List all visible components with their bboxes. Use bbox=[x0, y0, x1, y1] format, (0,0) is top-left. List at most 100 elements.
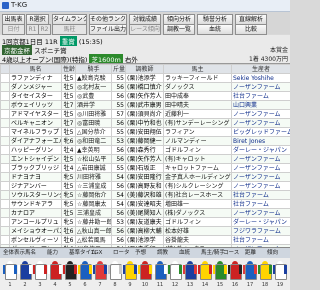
table-row[interactable]: エントシャイデン 牡5 ☆松山弘平 56 (栗)矢作芳人 (有)キャロット ノーザンファーム bbox=[0, 154, 290, 164]
bottom-tab[interactable]: TGX bbox=[91, 249, 102, 257]
table-row[interactable]: サウンドキアラ 牝5 ☆藤岡康太 54 (栗)安達昭夫 増田雄一 社台ファーム bbox=[0, 199, 290, 209]
cell-name: ブラックブリッジ bbox=[9, 163, 62, 173]
table-row[interactable]: アンコールプリュ 牝5 ☆藤井勘一郎 53 (栗)友道康夫 ゴドルフィン ダーレー・ジャパン bbox=[0, 217, 290, 227]
cell-breeder: フジワラファーム bbox=[231, 226, 290, 236]
cell-mark bbox=[0, 154, 10, 164]
bottom-tab[interactable]: 能力 bbox=[47, 249, 58, 257]
column-header[interactable]: 馬主 bbox=[163, 64, 232, 74]
table-row[interactable]: メイショウオーパス 牡6 △秋山真一郎 56 (栗)高柳大輔 松本好雄 フジワラファーム bbox=[0, 226, 290, 236]
cell-sex: 牡5 bbox=[61, 208, 76, 218]
cell-sex: 牡6 bbox=[61, 226, 76, 236]
bottom-tab[interactable]: コース bbox=[223, 249, 239, 257]
silk-arm bbox=[44, 265, 47, 274]
cell-breeder: ノーザンファーム bbox=[231, 82, 290, 92]
column-header[interactable]: 調教師 bbox=[125, 64, 164, 74]
cell-sex: 牝5 bbox=[61, 199, 76, 209]
table-row[interactable]: カナロア 牡5 三浦皇成 56 (美)尾関知人 (株)ダノックス ノーザンファーム bbox=[0, 208, 290, 218]
silk-number: 15 bbox=[216, 282, 224, 288]
table-row[interactable]: ダイアナフォーエバー牝6◎和田竜二53(栗)藤岡健一ノルマンディーBiret J… bbox=[0, 136, 290, 146]
tool-button-file-output[interactable]: ファイル出力 bbox=[89, 24, 127, 35]
entries-table: 馬名 性齢 騎手 斤量 調教師 馬主 生産者 ラファンディナ 牡5 ▲鮫島克駿 55 (栗)池添学ラ… bbox=[0, 64, 290, 247]
silk-number: 19 bbox=[276, 282, 284, 288]
tool-button-bloodline[interactable]: 血統 bbox=[197, 24, 233, 35]
table-row[interactable]: ダノンメジャー 牡5 ◎北村友一 56 (栗)橋口慎介 ダノックス ノーザンファーム bbox=[0, 82, 290, 92]
cell-breeder: ノーザンファーム bbox=[231, 181, 290, 191]
app-icon bbox=[2, 2, 9, 9]
column-header[interactable]: 馬名 bbox=[9, 64, 62, 74]
cell-name: アドマイヤスター bbox=[9, 109, 62, 119]
silk-number: 9 bbox=[128, 282, 132, 288]
cell-owner: (有)社台レースホース bbox=[163, 190, 232, 200]
cell-sex: 牝6 bbox=[61, 136, 76, 146]
toolbar: 出馬表 R選択 タイムランク その他ランク 対戦成績 傾向分析 騎誉分析 日付 … bbox=[0, 12, 290, 35]
bottom-tab[interactable]: 馬主/騎手 bbox=[201, 249, 225, 257]
table-row[interactable]: ブラックブリッジ 牡4 △岩田康誠 55 (栗)石坂正 キャロットファーム ノーザンファーム bbox=[0, 163, 290, 173]
table-row[interactable]: ハッピーグリン 牡4 ▲幸英明 56 (栗)森秀行 ゴドルフィン ダーレー・ジャパン bbox=[0, 145, 290, 155]
cell-name: ダノンメジャー bbox=[9, 82, 62, 92]
cell-mark bbox=[0, 208, 10, 218]
cell-name: ボウェイリッツ bbox=[9, 100, 62, 110]
cell-jockey: ☆藤岡康太 bbox=[75, 199, 112, 209]
table-row[interactable]: ソウルスターリング 牝5 ☆藤岡佑介 54 (美)藤沢和雄 (有)社台レースホース 社台ファ… bbox=[0, 190, 290, 200]
table-row[interactable]: アドマイヤスター 牡5 ◎川田将雅 57 (栗)須貝尚介 近藤利一 ノーザンファーム bbox=[0, 109, 290, 119]
table-row[interactable]: マイネルフラップ 牡5 △国分恭介 55 (栗)安田翔伍 ラフィアン ビッグレッドファーム bbox=[0, 127, 290, 137]
column-header[interactable] bbox=[0, 64, 10, 74]
cell-owner: ゴドルフィン bbox=[163, 145, 232, 155]
bottom-tab[interactable]: 予想 bbox=[135, 249, 146, 257]
column-header[interactable]: 騎手 bbox=[75, 64, 112, 74]
bottom-tab[interactable]: 馬名 bbox=[25, 249, 36, 257]
tool-button-column[interactable]: 馬柱 bbox=[52, 24, 87, 35]
cell-jockey: △松若風馬 bbox=[75, 235, 112, 245]
bottom-tab[interactable]: 距離 bbox=[245, 249, 256, 257]
jockey-silk-icon: 16 bbox=[228, 261, 242, 288]
cell-wt: 54 bbox=[111, 199, 126, 209]
column-header[interactable]: 性齢 bbox=[61, 64, 76, 74]
tool-button-training-list[interactable]: 調教一覧 bbox=[163, 24, 195, 35]
table-row[interactable]: ドナヨナヨ 牝5 川田将雅 54 (栗)安田隆行 金子真人ホールディングス ノーザンファーム bbox=[0, 172, 290, 182]
table-row[interactable]: ジナアンバー 牡5 ☆三浦皇成 56 (栗)高野友和 (有)シルクレーシング ノーザンファー… bbox=[0, 181, 290, 191]
cell-owner: (株)ダノックス bbox=[163, 208, 232, 218]
cell-wt: 55 bbox=[111, 100, 126, 110]
jockey-silk-icon: 7 bbox=[93, 261, 107, 288]
table-header-row: 馬名 性齢 騎手 斤量 調教師 馬主 生産者 bbox=[0, 64, 290, 74]
bottom-tab[interactable]: 全体表示 bbox=[3, 249, 25, 257]
cell-sex: 牡7 bbox=[61, 100, 76, 110]
jockey-silk-icon: 14 bbox=[198, 261, 212, 288]
tool-button-r2[interactable]: R2 bbox=[38, 24, 51, 35]
column-header[interactable]: 斤量 bbox=[111, 64, 126, 74]
cell-wt: 56 bbox=[111, 145, 126, 155]
bottom-tab[interactable]: ロータ bbox=[113, 249, 130, 257]
silk-arm bbox=[209, 265, 212, 274]
cell-name: ジナアンバー bbox=[9, 181, 62, 191]
table-row[interactable]: タイセイスター 牡5 ◎武豊 56 (栗)矢作芳人 田中成奉 社台ファーム bbox=[0, 91, 290, 101]
tool-button-compare[interactable]: 比較 bbox=[235, 24, 267, 35]
race-time: (15:35) bbox=[78, 38, 103, 46]
cell-breeder: 社台ファーム bbox=[231, 91, 290, 101]
table-row[interactable]: ベルキャニオン 牡7 ◎富田暁 56 (栗)中竹和也 (有)サンデーレーシング ノーザンファ… bbox=[0, 118, 290, 128]
bottom-tab[interactable]: 傾向 bbox=[267, 249, 278, 257]
silk-arm bbox=[119, 265, 122, 274]
table-row[interactable]: ボンセルヴィーソ 牡6 △松若風馬 56 (栗)池添学 谷掛龍夫 社台ファーム bbox=[0, 235, 290, 245]
cell-mark bbox=[0, 73, 10, 83]
cell-trainer: (栗)安達昭夫 bbox=[125, 199, 164, 209]
silk-number: 6 bbox=[83, 282, 87, 288]
jockey-silk-icon: 9 bbox=[123, 261, 137, 288]
cell-trainer: (美)尾関知人 bbox=[125, 208, 164, 218]
tool-button-straight-analysis[interactable]: 直線解析 bbox=[235, 14, 267, 25]
tool-button-race-trend[interactable]: レース傾向 bbox=[129, 24, 161, 35]
cell-owner: 谷掛龍夫 bbox=[163, 235, 232, 245]
column-header[interactable]: 生産者 bbox=[231, 64, 290, 74]
table-row[interactable]: ボウェイリッツ 牡7 酒井学 55 (栗)武市康男 田中晴夫 山口興業 bbox=[0, 100, 290, 110]
table-row[interactable]: ラファンディナ 牡5 ▲鮫島克駿 55 (栗)池添学 ラッキーフィールド Sekie Yos… bbox=[0, 73, 290, 83]
cell-trainer: (栗)矢作芳人 bbox=[125, 91, 164, 101]
cell-mark bbox=[0, 118, 10, 128]
cell-owner: ノルマンディー bbox=[163, 136, 232, 146]
cell-jockey: ☆藤井勘一郎 bbox=[75, 217, 112, 227]
cell-breeder: 社台ファーム bbox=[231, 235, 290, 245]
cell-mark bbox=[0, 163, 10, 173]
jockey-silk-icon: 1 bbox=[3, 261, 17, 288]
bottom-tab[interactable]: 調教 bbox=[157, 249, 168, 257]
tool-button-date[interactable]: 日付 bbox=[2, 24, 25, 35]
bottom-tab[interactable]: 血統 bbox=[179, 249, 190, 257]
cell-jockey: ☆藤岡佑介 bbox=[75, 190, 112, 200]
